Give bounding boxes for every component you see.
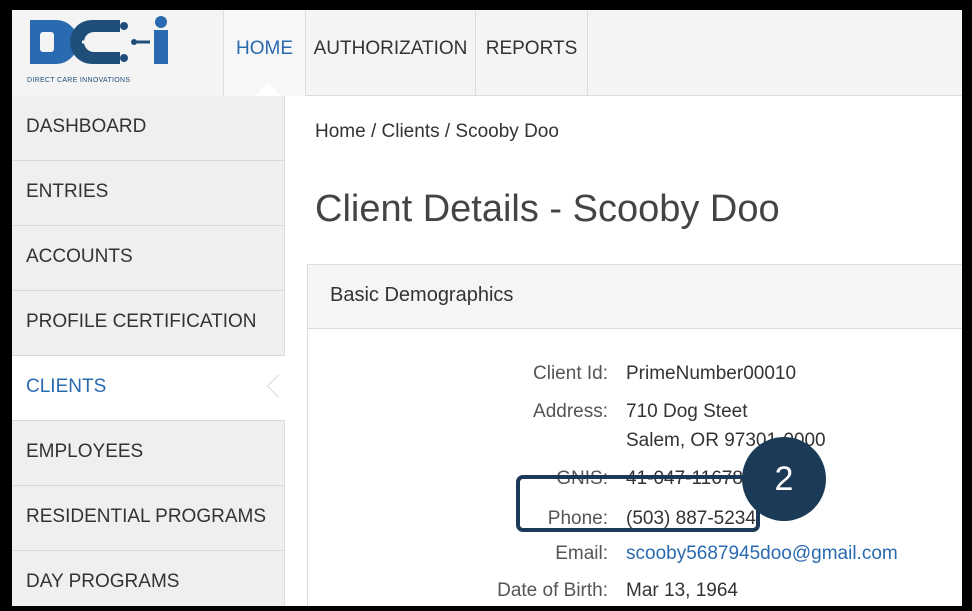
- breadcrumb[interactable]: Home / Clients / Scooby Doo: [315, 121, 559, 143]
- phone-highlight-box: [516, 475, 760, 532]
- nav-reports[interactable]: REPORTS: [476, 10, 588, 96]
- sidebar-item-dashboard[interactable]: DASHBOARD: [12, 96, 285, 161]
- page-title: Client Details - Scooby Doo: [315, 188, 780, 230]
- nav-active-caret: [255, 83, 281, 96]
- sidebar-item-residential-programs[interactable]: RESIDENTIAL PROGRAMS: [12, 486, 285, 551]
- sidebar-item-clients[interactable]: CLIENTS: [12, 356, 285, 421]
- app-window: DIRECT CARE INNOVATIONS HOME AUTHORIZATI…: [12, 10, 962, 606]
- basic-demographics-panel: Basic Demographics Client Id: PrimeNumbe…: [307, 264, 962, 606]
- address-label: Address:: [533, 401, 608, 422]
- top-navigation: DIRECT CARE INNOVATIONS HOME AUTHORIZATI…: [12, 10, 962, 96]
- sidebar-item-day-programs[interactable]: DAY PROGRAMS: [12, 551, 285, 606]
- sidebar-item-profile-certification[interactable]: PROFILE CERTIFICATION: [12, 291, 285, 356]
- sidebar-item-accounts[interactable]: ACCOUNTS: [12, 226, 285, 291]
- email-link[interactable]: scooby5687945doo@gmail.com: [626, 543, 898, 565]
- dci-logo[interactable]: DIRECT CARE INNOVATIONS: [12, 10, 224, 96]
- dob-value: Mar 13, 1964: [626, 580, 738, 601]
- email-label: Email:: [555, 543, 608, 564]
- sidebar: DASHBOARD ENTRIES ACCOUNTS PROFILE CERTI…: [12, 96, 285, 606]
- dci-logo-mark: [30, 16, 168, 64]
- nav-authorization[interactable]: AUTHORIZATION: [306, 10, 476, 96]
- dob-label: Date of Birth:: [497, 580, 608, 601]
- sidebar-item-employees[interactable]: EMPLOYEES: [12, 421, 285, 486]
- sidebar-item-entries[interactable]: ENTRIES: [12, 161, 285, 226]
- panel-title: Basic Demographics: [308, 265, 962, 329]
- address-line1: 710 Dog Steet: [626, 401, 748, 422]
- logo-caption: DIRECT CARE INNOVATIONS: [27, 77, 131, 84]
- client-id-label: Client Id:: [533, 363, 608, 384]
- step-number-badge: 2: [742, 437, 826, 521]
- client-id-value: PrimeNumber00010: [626, 363, 797, 384]
